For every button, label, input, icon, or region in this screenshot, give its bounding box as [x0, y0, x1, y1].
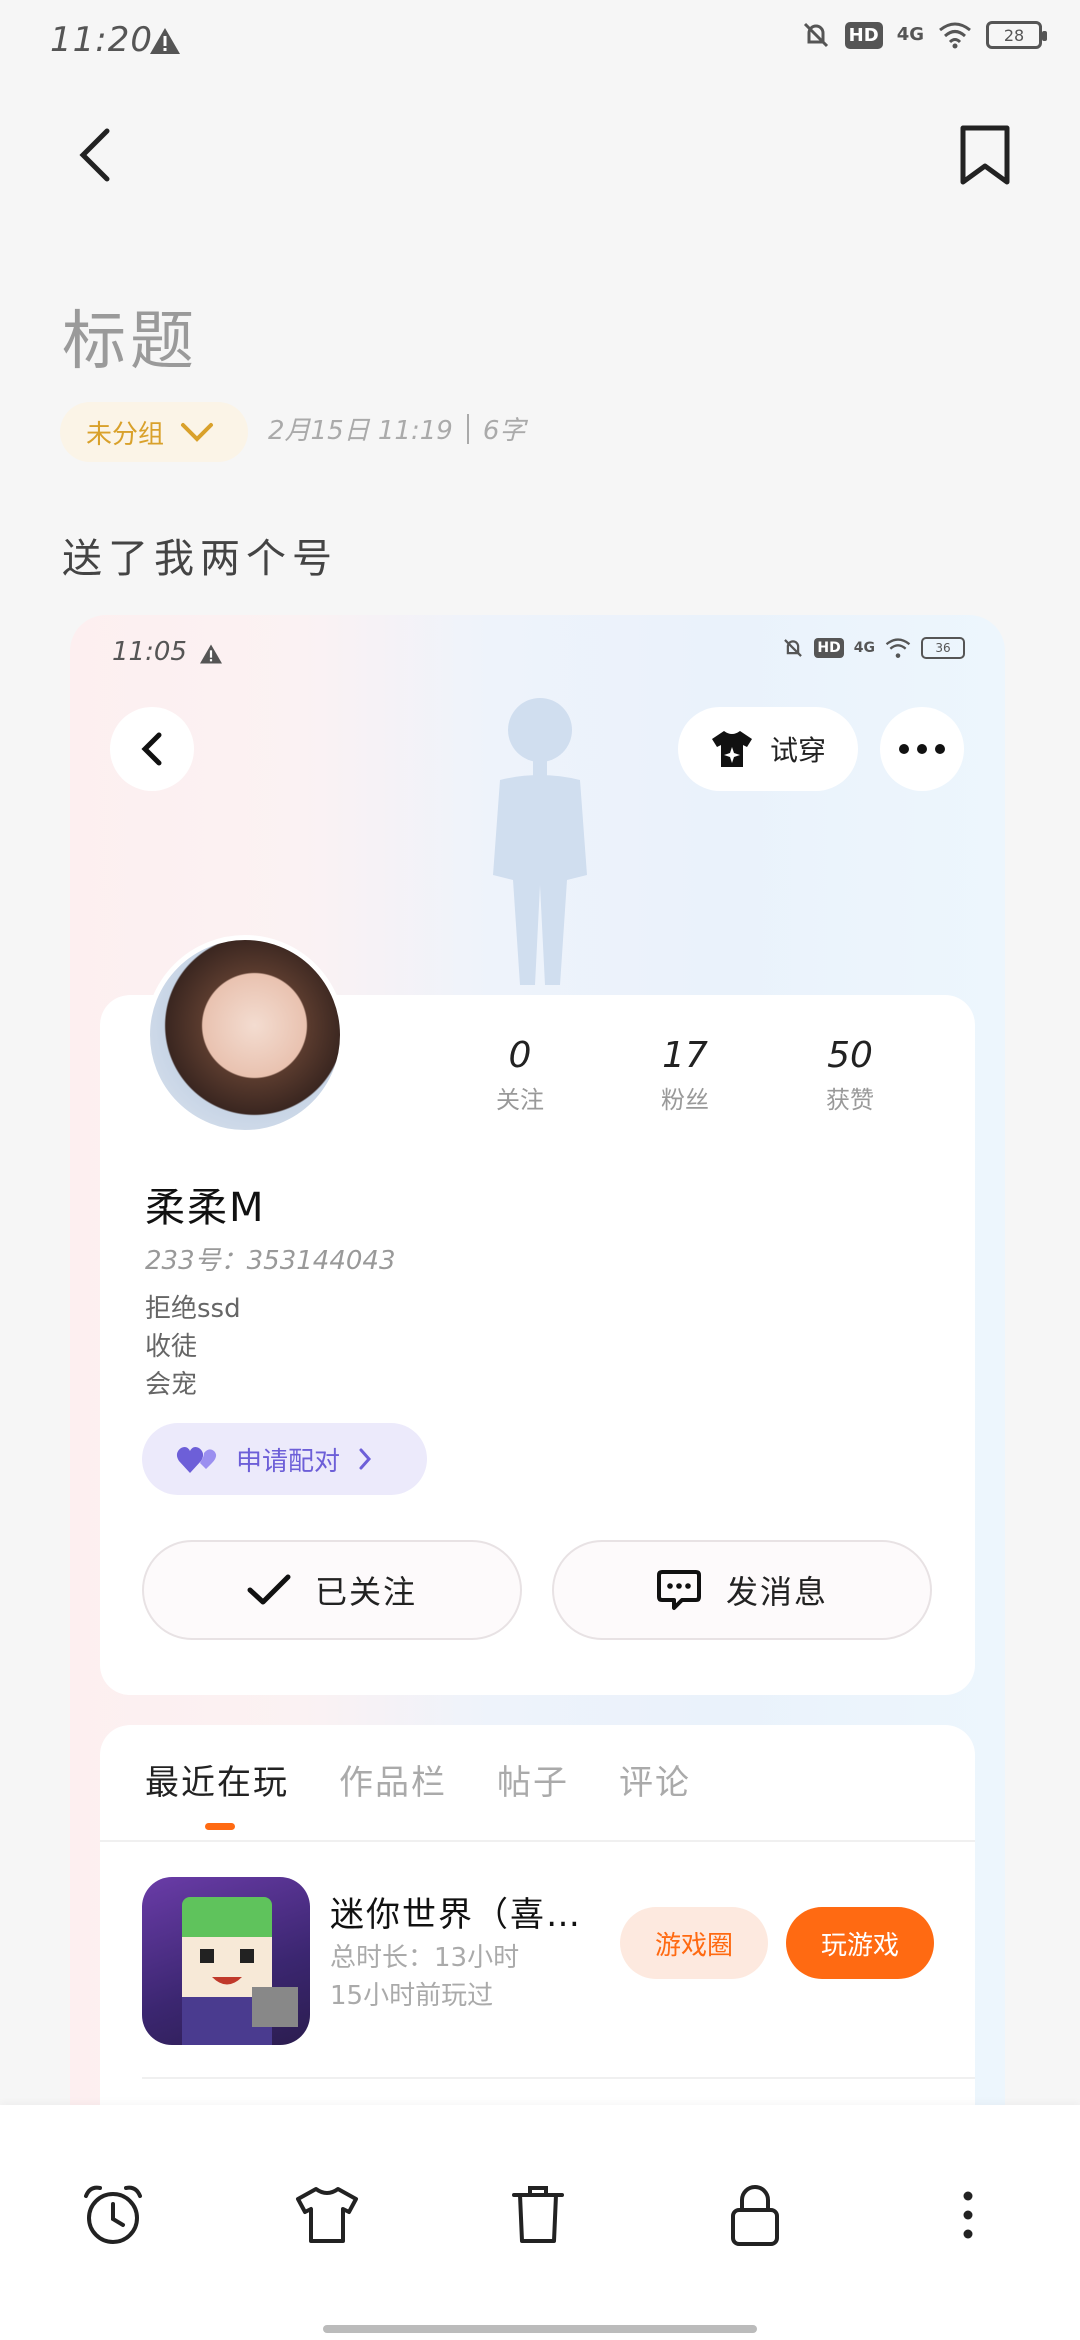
hd-badge: HD [844, 21, 883, 49]
game-circle-label: 游戏圈 [654, 1930, 733, 1961]
group-label: 未分组 [86, 419, 165, 450]
bio-line: 拒绝ssd [145, 1294, 241, 1324]
more-vertical-icon [963, 2191, 973, 2239]
battery-level: 36 [935, 641, 951, 655]
send-message-label: 发消息 [725, 1573, 828, 1611]
meta-separator [466, 413, 469, 444]
stat-likes[interactable]: 50 获赞 [790, 1035, 910, 1115]
shirt-sparkle-icon [711, 731, 752, 767]
bookmark-icon [960, 125, 1010, 185]
game-icon[interactable] [142, 1877, 310, 2045]
divider [100, 1840, 975, 1842]
game-character-icon [182, 1897, 298, 2045]
tab-posts[interactable]: 帖子 [497, 1755, 569, 1804]
note-title[interactable]: 标题 [62, 290, 198, 382]
followed-button[interactable]: 已关注 [142, 1540, 522, 1640]
tab-works[interactable]: 作品栏 [339, 1755, 447, 1804]
lock-button[interactable] [715, 2175, 795, 2255]
stat-followers[interactable]: 17 粉丝 [625, 1035, 745, 1115]
pair-label: 申请配对 [236, 1446, 341, 1477]
screenshot-status-icons: HD 4G 36 [782, 637, 965, 659]
game-circle-button[interactable]: 游戏圈 [620, 1907, 768, 1979]
status-icons: HD 4G 28 [801, 20, 1047, 50]
home-indicator[interactable] [323, 2325, 757, 2333]
send-message-button[interactable]: 发消息 [552, 1540, 932, 1640]
more-button[interactable] [880, 707, 964, 791]
hd-badge: HD [814, 638, 844, 658]
hearts-icon [176, 1447, 217, 1473]
lock-icon [731, 2185, 779, 2246]
stat-label: 获赞 [826, 1086, 874, 1114]
battery-icon: 36 [921, 637, 965, 659]
note-body-text[interactable]: 送了我两个号 [62, 526, 338, 584]
stat-label: 粉丝 [661, 1086, 709, 1114]
play-game-label: 玩游戏 [820, 1930, 899, 1961]
group-selector[interactable]: 未分组 [60, 402, 248, 462]
game-total-time: 总时长：13小时 [330, 1943, 520, 1973]
warning-icon [200, 644, 222, 664]
wifi-icon [939, 22, 971, 49]
network-icon: 4G [853, 640, 875, 656]
divider [142, 2077, 975, 2079]
mute-bell-icon [803, 22, 828, 48]
note-date: 2月15日 11:19 [268, 416, 453, 446]
mute-bell-icon [784, 639, 803, 657]
stat-following[interactable]: 0 关注 [460, 1035, 580, 1115]
chevron-left-icon [141, 732, 162, 766]
screenshot-status-time: 11:05 [112, 637, 187, 667]
chevron-right-icon [359, 1448, 372, 1470]
delete-button[interactable] [498, 2175, 578, 2255]
status-time: 11:20 [50, 20, 153, 60]
trash-icon [512, 2186, 564, 2243]
profile-tabs: 最近在玩 作品栏 帖子 评论 [145, 1755, 691, 1804]
battery-icon: 28 [986, 21, 1047, 49]
chevron-left-icon [79, 128, 110, 182]
word-count: 6字 [482, 416, 526, 446]
more-horizontal-icon [899, 744, 945, 754]
profile-id: 233号：353144043 [145, 1246, 396, 1276]
alarm-icon [84, 2185, 142, 2244]
embedded-screenshot[interactable]: 11:05 HD 4G 36 试穿 0 关注 17 粉丝 50 获赞 柔柔M 2… [70, 615, 1005, 2145]
pair-request-button[interactable]: 申请配对 [142, 1423, 427, 1495]
check-icon [247, 1574, 291, 1605]
theme-button[interactable] [287, 2175, 367, 2255]
stat-label: 关注 [496, 1086, 544, 1114]
reminder-button[interactable] [73, 2175, 153, 2255]
chevron-down-icon [181, 423, 214, 442]
shirt-icon [296, 2187, 358, 2243]
game-last-played: 15小时前玩过 [330, 1981, 494, 2011]
stat-value: 50 [827, 1035, 873, 1076]
followed-label: 已关注 [314, 1573, 417, 1611]
avatar[interactable] [145, 935, 345, 1135]
battery-level: 28 [1003, 25, 1025, 45]
avatar-figure-icon [493, 698, 587, 985]
tab-indicator [205, 1823, 235, 1830]
note-meta: 2月15日 11:19 6字 [268, 410, 525, 447]
bio-line: 收徒 [145, 1332, 198, 1362]
stat-value: 17 [662, 1035, 708, 1076]
profile-bio: 拒绝ssd 收徒 会宠 [145, 1290, 241, 1404]
more-options-button[interactable] [928, 2175, 1008, 2255]
back-button[interactable] [60, 120, 130, 190]
chat-bubble-icon [656, 1570, 701, 1610]
try-on-button[interactable]: 试穿 [678, 707, 858, 791]
tab-comments[interactable]: 评论 [619, 1755, 691, 1804]
profile-nickname: 柔柔M [145, 1185, 266, 1231]
warning-icon [150, 28, 180, 54]
bookmark-button[interactable] [950, 120, 1020, 190]
wifi-icon [885, 638, 911, 658]
network-icon: 4G [896, 24, 924, 45]
play-game-button[interactable]: 玩游戏 [786, 1907, 934, 1979]
profile-stats: 0 关注 17 粉丝 50 获赞 [460, 1035, 910, 1115]
bio-line: 会宠 [145, 1370, 198, 1400]
tab-recently-played[interactable]: 最近在玩 [145, 1755, 289, 1804]
try-on-label: 试穿 [769, 734, 826, 767]
profile-back-button[interactable] [110, 707, 194, 791]
game-name[interactable]: 迷你世界（喜… [330, 1887, 582, 1936]
stat-value: 0 [508, 1035, 532, 1076]
